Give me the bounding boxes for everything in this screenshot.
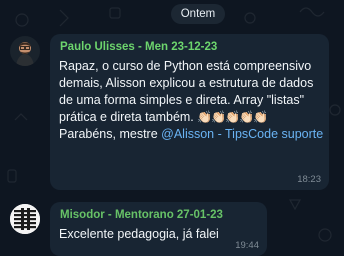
sender-name[interactable]: Misodor - Mentorano 27-01-23 <box>60 209 223 221</box>
message-text-after: Parabéns, mestre <box>59 127 162 141</box>
mention-link[interactable]: @Alisson - TipsCode suporte <box>161 127 323 141</box>
message-time: 18:23 <box>297 174 321 185</box>
clap-emoji-icon: 👏🏻👏🏻👏🏻👏🏻👏🏻 <box>197 110 268 124</box>
avatar-person-icon <box>10 36 40 66</box>
message-bubble[interactable]: Paulo Ulisses - Men 23-12-23 Rapaz, o cu… <box>50 34 329 190</box>
message-time: 19:44 <box>235 240 259 251</box>
avatar[interactable] <box>10 204 40 234</box>
message-bubble[interactable]: Misodor - Mentorano 27-01-23 Excelente p… <box>50 202 267 256</box>
message-text-main: Rapaz, o curso de Python está compreensi… <box>59 59 314 124</box>
message-text: Excelente pedagogia, já falei <box>59 227 219 241</box>
avatar[interactable] <box>10 36 40 66</box>
sender-name[interactable]: Paulo Ulisses - Men 23-12-23 <box>60 41 217 53</box>
date-separator: Ontem <box>171 4 225 24</box>
avatar-pattern-icon <box>10 204 40 234</box>
message-text: Rapaz, o curso de Python está compreensi… <box>59 58 325 143</box>
